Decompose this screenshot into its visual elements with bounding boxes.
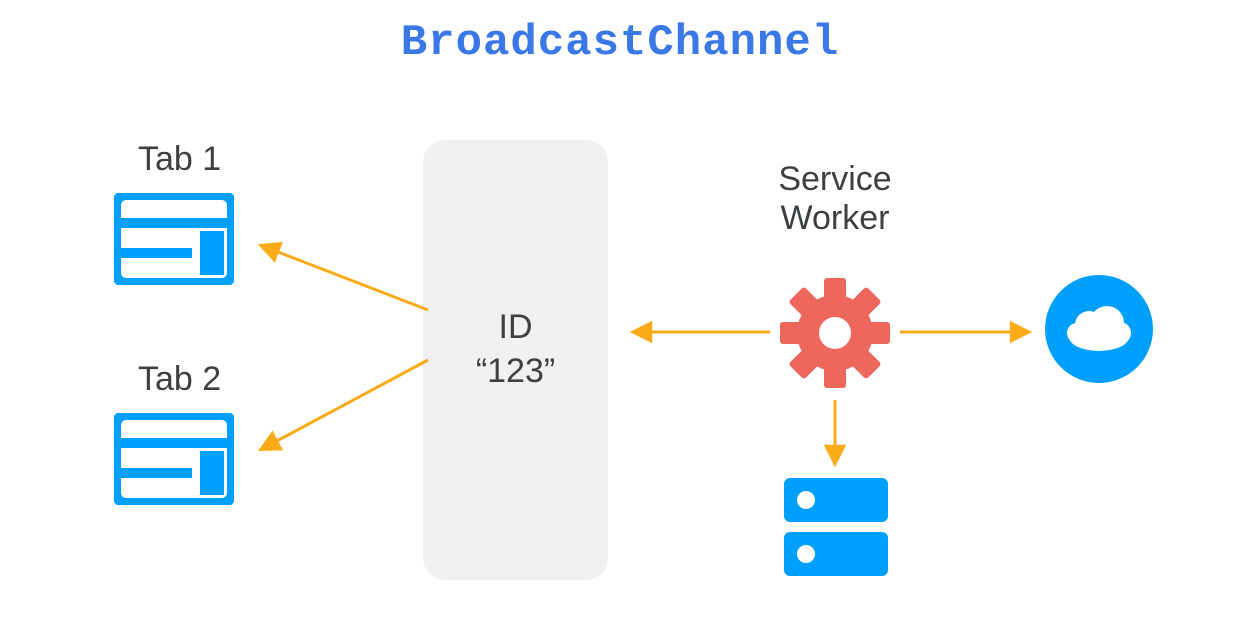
service-worker-label-line1: Service [778,160,891,198]
arrow-channel-to-tab2 [260,360,428,450]
channel-id: ID “123” [423,305,608,393]
cloud-icon [1045,275,1153,383]
channel-id-value: “123” [476,352,555,390]
tab1-label: Tab 1 [138,140,221,179]
browser-tab-icon [114,193,234,285]
storage-icon [784,478,888,576]
service-worker-label: Service Worker [750,160,920,238]
browser-tab-icon [114,413,234,505]
arrow-channel-to-tab1 [260,245,428,310]
gear-icon [780,278,890,388]
tab2-label: Tab 2 [138,360,221,399]
channel-id-label: ID [499,308,533,346]
page-title: BroadcastChannel [0,18,1240,68]
service-worker-label-line2: Worker [781,199,890,237]
broadcast-channel-node: ID “123” [423,140,608,580]
